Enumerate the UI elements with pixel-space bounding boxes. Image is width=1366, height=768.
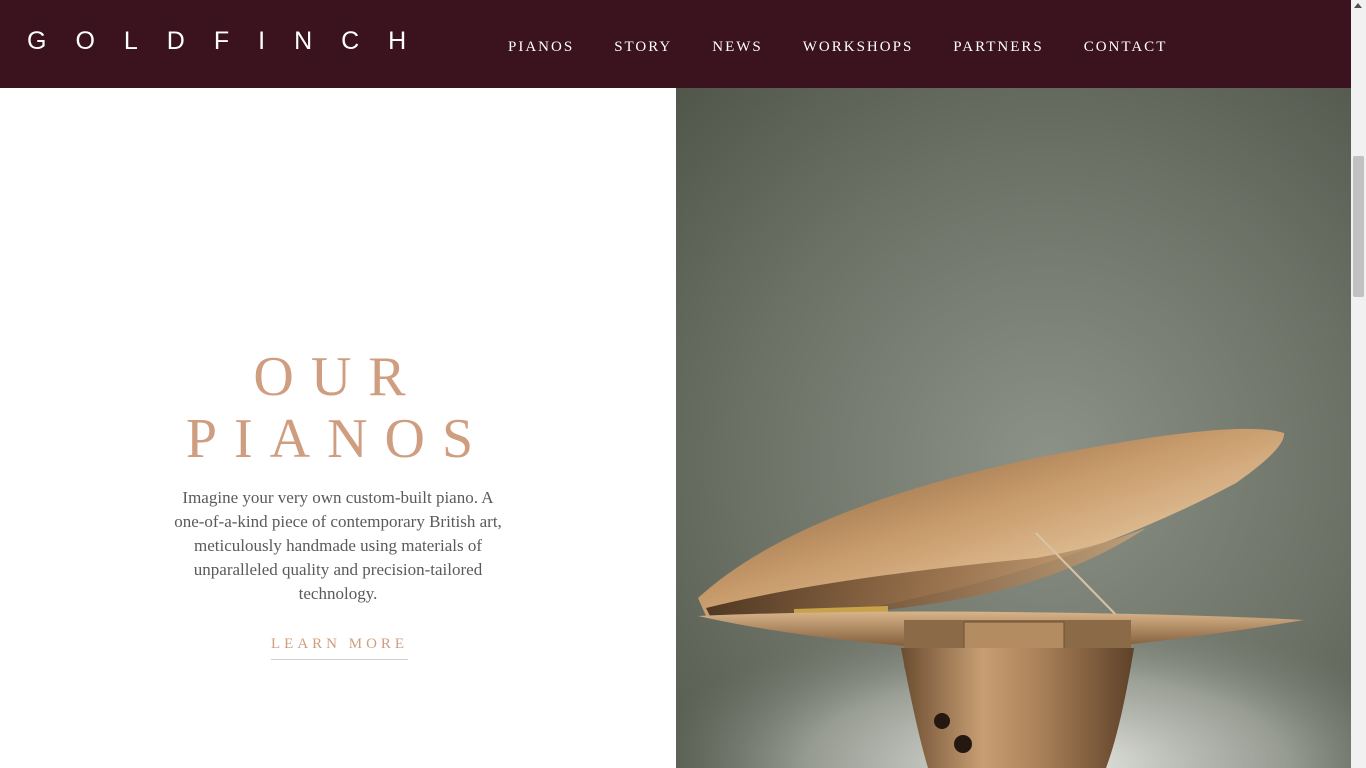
hero-piano-image (676, 88, 1351, 768)
nav-item-workshops[interactable]: WORKSHOPS (803, 37, 914, 57)
nav-item-news[interactable]: NEWS (712, 37, 763, 57)
nav-item-partners[interactable]: PARTNERS (953, 37, 1043, 57)
nav-item-contact[interactable]: CONTACT (1084, 37, 1168, 57)
nav-item-story[interactable]: STORY (614, 37, 672, 57)
scroll-up-arrow-icon[interactable] (1354, 3, 1362, 8)
hero-description: Imagine your very own custom-built piano… (174, 488, 502, 603)
hero-title-line-2: PIANOS (185, 408, 491, 470)
site-header: GOLDFINCH PIANOS STORY NEWS WORKSHOPS PA… (0, 0, 1351, 88)
scroll-thumb[interactable] (1353, 156, 1364, 297)
piano-illustration (676, 88, 1351, 768)
goldfinch-logo[interactable]: GOLDFINCH (27, 26, 435, 56)
hero-text-panel: OUR PIANOS Imagine your very own custom-… (0, 88, 676, 768)
nav-item-pianos[interactable]: PIANOS (508, 37, 574, 57)
hero-title-line-1: OUR (253, 346, 423, 408)
hero-title: OUR PIANOS (0, 346, 676, 470)
learn-more-link[interactable]: LEARN MORE (271, 634, 409, 660)
main-nav: PIANOS STORY NEWS WORKSHOPS PARTNERS CON… (508, 37, 1207, 57)
page-scrollbar[interactable] (1351, 0, 1366, 768)
